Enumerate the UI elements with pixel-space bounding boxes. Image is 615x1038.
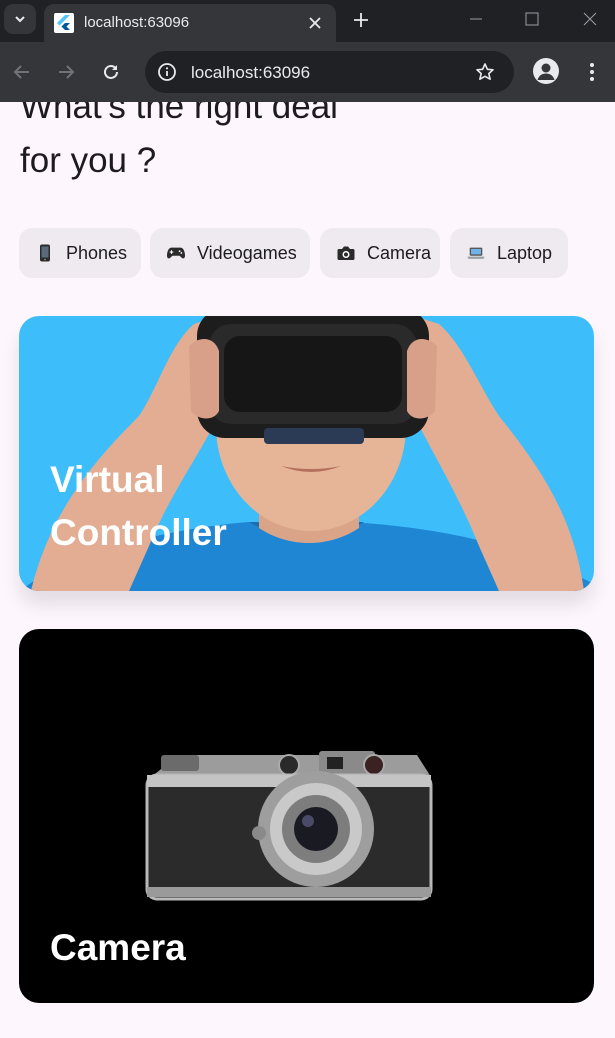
- bookmark-button[interactable]: [474, 61, 496, 83]
- back-button[interactable]: [8, 58, 36, 86]
- reload-icon: [104, 64, 118, 79]
- close-icon: [309, 17, 321, 29]
- browser-toolbar: localhost:63096: [0, 42, 615, 102]
- chevron-down-icon: [15, 16, 25, 23]
- minimize-button[interactable]: [461, 6, 491, 32]
- site-info-button[interactable]: [156, 61, 178, 83]
- category-chip-phones[interactable]: Phones: [19, 228, 141, 278]
- card-title: Camera: [50, 927, 186, 968]
- page-content: What's the right deal for you ? Phones V…: [0, 102, 615, 1038]
- product-card-virtual-controller[interactable]: Virtual Controller: [19, 316, 594, 591]
- laptop-icon: [467, 244, 485, 262]
- url-text: localhost:63096: [191, 63, 311, 82]
- plus-icon: [354, 13, 368, 27]
- page-headline: What's the right deal for you ?: [20, 102, 338, 180]
- minimize-icon: [470, 18, 482, 20]
- category-chip-laptop[interactable]: Laptop: [450, 228, 568, 278]
- camera-icon: [337, 244, 355, 262]
- chip-label: Videogames: [197, 242, 297, 263]
- card-title: Virtual Controller: [50, 459, 227, 553]
- info-icon: [158, 63, 176, 81]
- person-icon: [537, 63, 555, 80]
- reload-button[interactable]: [97, 58, 125, 86]
- more-vert-icon: [590, 63, 594, 81]
- arrow-right-icon: [59, 65, 75, 79]
- chip-label: Laptop: [497, 242, 553, 263]
- window-close-button[interactable]: [575, 6, 605, 32]
- forward-button[interactable]: [52, 58, 80, 86]
- product-card-camera[interactable]: Camera: [19, 629, 594, 1003]
- flutter-logo-icon: [54, 13, 74, 33]
- star-icon: [476, 63, 494, 80]
- maximize-icon: [525, 12, 539, 26]
- tab-search-button[interactable]: [4, 4, 36, 34]
- browser-tab[interactable]: localhost:63096: [44, 4, 336, 42]
- chip-label: Camera: [367, 242, 432, 263]
- browser-tab-strip: localhost:63096: [0, 0, 615, 42]
- category-chip-camera[interactable]: Camera: [320, 228, 440, 278]
- chip-label: Phones: [66, 242, 128, 263]
- browser-menu-button[interactable]: [580, 58, 604, 86]
- gamepad-icon: [167, 244, 185, 262]
- arrow-left-icon: [13, 65, 29, 79]
- new-tab-button[interactable]: [348, 7, 374, 33]
- tab-title: localhost:63096: [84, 14, 190, 31]
- tab-close-button[interactable]: [304, 12, 326, 34]
- close-icon: [583, 12, 597, 26]
- profile-button[interactable]: [533, 58, 559, 84]
- phone-icon: [36, 244, 54, 262]
- maximize-button[interactable]: [517, 6, 547, 32]
- category-chip-videogames[interactable]: Videogames: [150, 228, 310, 278]
- address-bar[interactable]: localhost:63096: [145, 51, 514, 93]
